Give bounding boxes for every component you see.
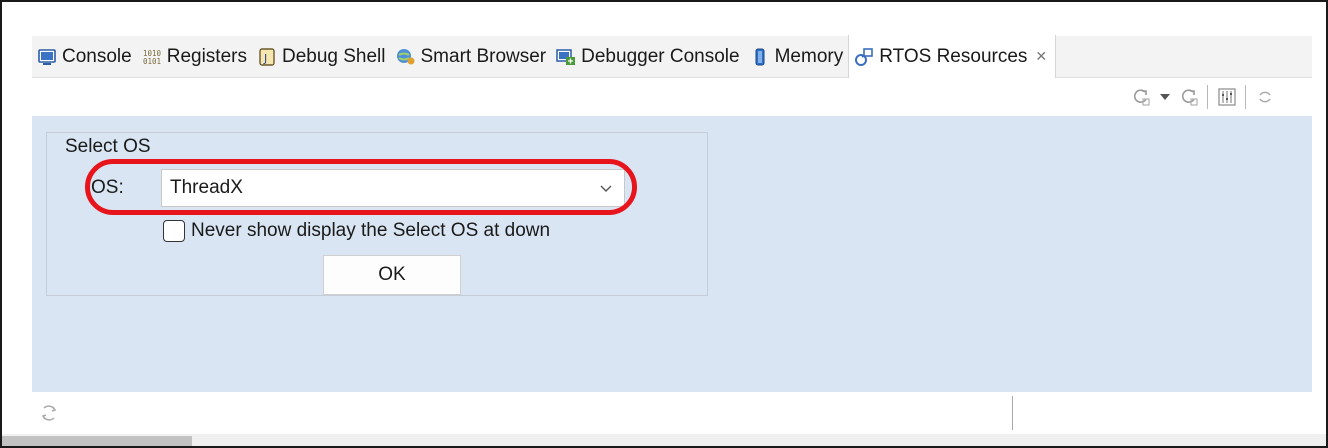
tab-debugger-console[interactable]: Debugger Console — [551, 36, 744, 78]
rtos-view-frame: Console 1010 0101 Registers J Debug Shell… — [0, 0, 1328, 448]
dropdown-arrow-icon[interactable] — [1154, 86, 1176, 108]
rtos-resources-icon — [854, 47, 874, 67]
sync-icon[interactable] — [38, 402, 60, 424]
os-select-dropdown[interactable]: ThreadX — [161, 169, 625, 207]
ok-button[interactable]: OK — [323, 255, 461, 295]
debugger-console-icon — [556, 47, 576, 67]
tab-rtos-resources[interactable]: RTOS Resources ✕ — [848, 35, 1057, 78]
tab-label: Smart Browser — [420, 45, 547, 67]
status-separator — [1012, 396, 1013, 430]
os-select-value: ThreadX — [170, 177, 243, 198]
svg-text:J: J — [263, 52, 267, 65]
rtos-content-area: Select OS OS: ThreadX Never show display… — [32, 116, 1312, 392]
tab-label: RTOS Resources — [879, 45, 1028, 67]
view-tab-bar: Console 1010 0101 Registers J Debug Shell… — [32, 35, 1312, 78]
never-show-checkbox[interactable] — [163, 220, 185, 242]
sync-icon[interactable] — [1254, 86, 1276, 108]
tab-console[interactable]: Console — [32, 36, 137, 78]
os-label: OS: — [91, 177, 124, 198]
tab-label: Debug Shell — [281, 45, 386, 67]
refresh-alt-icon[interactable] — [1178, 86, 1200, 108]
memory-icon — [750, 47, 770, 67]
registers-icon: 1010 0101 — [142, 47, 162, 67]
select-os-group-label: Select OS — [63, 136, 153, 158]
svg-text:0101: 0101 — [143, 57, 161, 66]
scrollbar-thumb[interactable] — [2, 436, 192, 446]
close-icon[interactable]: ✕ — [1035, 48, 1047, 65]
settings-grid-icon[interactable] — [1216, 86, 1238, 108]
select-os-group: Select OS OS: ThreadX Never show display… — [46, 132, 708, 296]
horizontal-scrollbar[interactable] — [2, 434, 1326, 446]
tab-label: Registers — [166, 45, 247, 67]
tab-label: Memory — [774, 45, 844, 67]
never-show-checkbox-label: Never show display the Select OS at down — [191, 220, 551, 241]
tab-debug-shell[interactable]: J Debug Shell — [252, 36, 391, 78]
tab-registers[interactable]: 1010 0101 Registers — [137, 36, 252, 78]
refresh-icon[interactable] — [1130, 86, 1152, 108]
toolbar-separator — [1207, 85, 1208, 109]
tab-label: Debugger Console — [581, 45, 740, 67]
toolbar-separator — [1245, 85, 1246, 109]
smart-browser-icon — [396, 47, 416, 67]
view-status-area — [32, 392, 1312, 434]
never-show-checkbox-row: Never show display the Select OS at down — [163, 220, 627, 242]
debug-shell-icon: J — [257, 47, 277, 67]
console-icon — [37, 47, 57, 67]
view-toolbar — [32, 78, 1312, 116]
tab-label: Console — [62, 45, 132, 67]
tab-smart-browser[interactable]: Smart Browser — [391, 36, 552, 78]
chevron-down-icon — [598, 180, 614, 196]
tab-memory[interactable]: Memory — [745, 36, 849, 78]
